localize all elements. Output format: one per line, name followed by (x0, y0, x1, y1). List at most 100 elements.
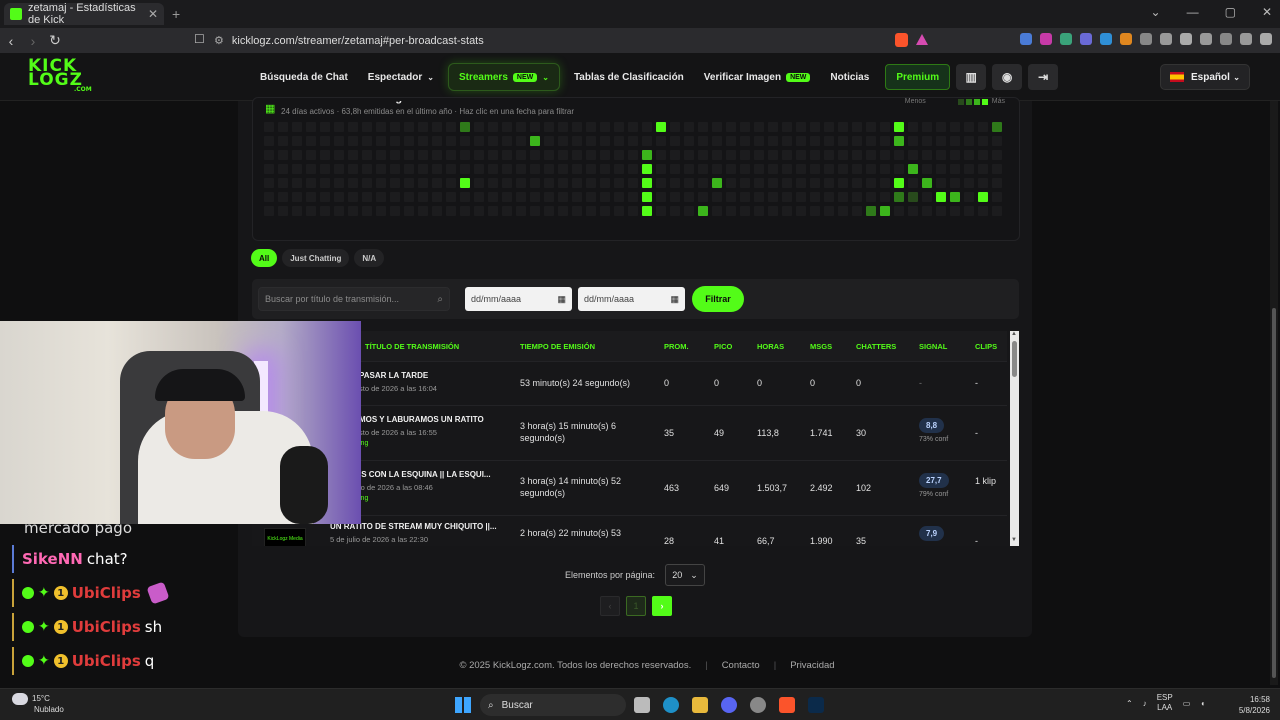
stream-thumbnail[interactable]: KickLogz Media (264, 528, 306, 546)
heatmap-cell[interactable] (922, 178, 932, 188)
heatmap-cell[interactable] (978, 206, 988, 216)
heatmap-cell[interactable] (698, 178, 708, 188)
heatmap-cell[interactable] (334, 164, 344, 174)
heatmap-cell[interactable] (866, 150, 876, 160)
tray-overflow-icon[interactable]: ⌃ (1126, 699, 1133, 708)
heatmap-cell[interactable] (572, 150, 582, 160)
heatmap-cell[interactable] (894, 206, 904, 216)
heatmap-cell[interactable] (628, 192, 638, 202)
heatmap-cell[interactable] (740, 150, 750, 160)
heatmap-cell[interactable] (950, 136, 960, 146)
scroll-down-icon[interactable]: ▼ (1011, 537, 1017, 543)
heatmap-cell[interactable] (362, 122, 372, 132)
stats-chart-icon[interactable]: ▥ (956, 64, 987, 90)
heatmap-cell[interactable] (684, 206, 694, 216)
heatmap-cell[interactable] (782, 122, 792, 132)
heatmap-cell[interactable] (964, 178, 974, 188)
app-icon[interactable] (750, 697, 766, 713)
heatmap-cell[interactable] (488, 164, 498, 174)
brave-icon[interactable] (779, 697, 795, 713)
heatmap-cell[interactable] (306, 164, 316, 174)
heatmap-cell[interactable] (628, 136, 638, 146)
heatmap-cell[interactable] (726, 192, 736, 202)
heatmap-cell[interactable] (908, 192, 918, 202)
sidebar-icon[interactable] (1180, 33, 1192, 45)
heatmap-cell[interactable] (642, 206, 652, 216)
heatmap-cell[interactable] (670, 192, 680, 202)
heatmap-cell[interactable] (642, 164, 652, 174)
task-view-icon[interactable] (634, 697, 650, 713)
heatmap-cell[interactable] (544, 192, 554, 202)
heatmap-cell[interactable] (824, 122, 834, 132)
heatmap-cell[interactable] (586, 178, 596, 188)
heatmap-cell[interactable] (362, 192, 372, 202)
heatmap-cell[interactable] (348, 150, 358, 160)
heatmap-cell[interactable] (726, 164, 736, 174)
heatmap-cell[interactable] (614, 136, 624, 146)
header-duration[interactable]: TIEMPO DE EMISIÓN (520, 342, 595, 351)
heatmap-cell[interactable] (334, 136, 344, 146)
heatmap-cell[interactable] (348, 192, 358, 202)
heatmap-cell[interactable] (306, 136, 316, 146)
discord-icon[interactable] (721, 697, 737, 713)
heatmap-cell[interactable] (586, 164, 596, 174)
heatmap-cell[interactable] (866, 178, 876, 188)
date-to-field[interactable]: dd/mm/aaaa ▦ (578, 287, 685, 311)
heatmap-cell[interactable] (530, 178, 540, 188)
heatmap-cell[interactable] (684, 136, 694, 146)
heatmap-cell[interactable] (754, 122, 764, 132)
photoshop-icon[interactable] (808, 697, 824, 713)
heatmap-cell[interactable] (502, 178, 512, 188)
heatmap-cell[interactable] (516, 178, 526, 188)
minimize-button[interactable]: — (1187, 5, 1199, 19)
heatmap-cell[interactable] (712, 178, 722, 188)
heatmap-cell[interactable] (950, 192, 960, 202)
header-title[interactable]: TÍTULO DE TRANSMISIÓN (365, 342, 459, 351)
heatmap-cell[interactable] (530, 192, 540, 202)
heatmap-cell[interactable] (348, 122, 358, 132)
heatmap-cell[interactable] (908, 178, 918, 188)
heatmap-cell[interactable] (432, 122, 442, 132)
heatmap-cell[interactable] (712, 122, 722, 132)
heatmap-cell[interactable] (362, 178, 372, 188)
heatmap-cell[interactable] (782, 192, 792, 202)
prev-page-button[interactable]: ‹ (600, 596, 620, 616)
heatmap-cell[interactable] (306, 122, 316, 132)
heatmap-cell[interactable] (278, 136, 288, 146)
heatmap-cell[interactable] (544, 206, 554, 216)
heatmap-cell[interactable] (446, 178, 456, 188)
heatmap-cell[interactable] (264, 192, 274, 202)
heatmap-cell[interactable] (292, 150, 302, 160)
heatmap-cell[interactable] (460, 150, 470, 160)
heatmap-cell[interactable] (852, 192, 862, 202)
extensions-icon[interactable] (1140, 33, 1152, 45)
heatmap-cell[interactable] (740, 122, 750, 132)
heatmap-cell[interactable] (390, 122, 400, 132)
heatmap-cell[interactable] (306, 206, 316, 216)
heatmap-cell[interactable] (460, 122, 470, 132)
heatmap-cell[interactable] (880, 136, 890, 146)
heatmap-cell[interactable] (726, 122, 736, 132)
heatmap-cell[interactable] (264, 122, 274, 132)
heatmap-cell[interactable] (656, 192, 666, 202)
heatmap-cell[interactable] (670, 178, 680, 188)
heatmap-cell[interactable] (586, 192, 596, 202)
heatmap-cell[interactable] (670, 122, 680, 132)
heatmap-cell[interactable] (376, 178, 386, 188)
heatmap-cell[interactable] (334, 122, 344, 132)
heatmap-cell[interactable] (530, 136, 540, 146)
heatmap-cell[interactable] (852, 122, 862, 132)
heatmap-cell[interactable] (656, 136, 666, 146)
heatmap-cell[interactable] (544, 136, 554, 146)
heatmap-cell[interactable] (964, 150, 974, 160)
heatmap-cell[interactable] (726, 136, 736, 146)
heatmap-cell[interactable] (474, 164, 484, 174)
heatmap-cell[interactable] (908, 122, 918, 132)
heatmap-cell[interactable] (698, 150, 708, 160)
heatmap-cell[interactable] (586, 206, 596, 216)
scroll-up-icon[interactable]: ▲ (1011, 331, 1017, 337)
heatmap-cell[interactable] (922, 164, 932, 174)
row-clips[interactable]: 1 klip (975, 475, 1003, 487)
heatmap-cell[interactable] (432, 192, 442, 202)
heatmap-cell[interactable] (978, 136, 988, 146)
